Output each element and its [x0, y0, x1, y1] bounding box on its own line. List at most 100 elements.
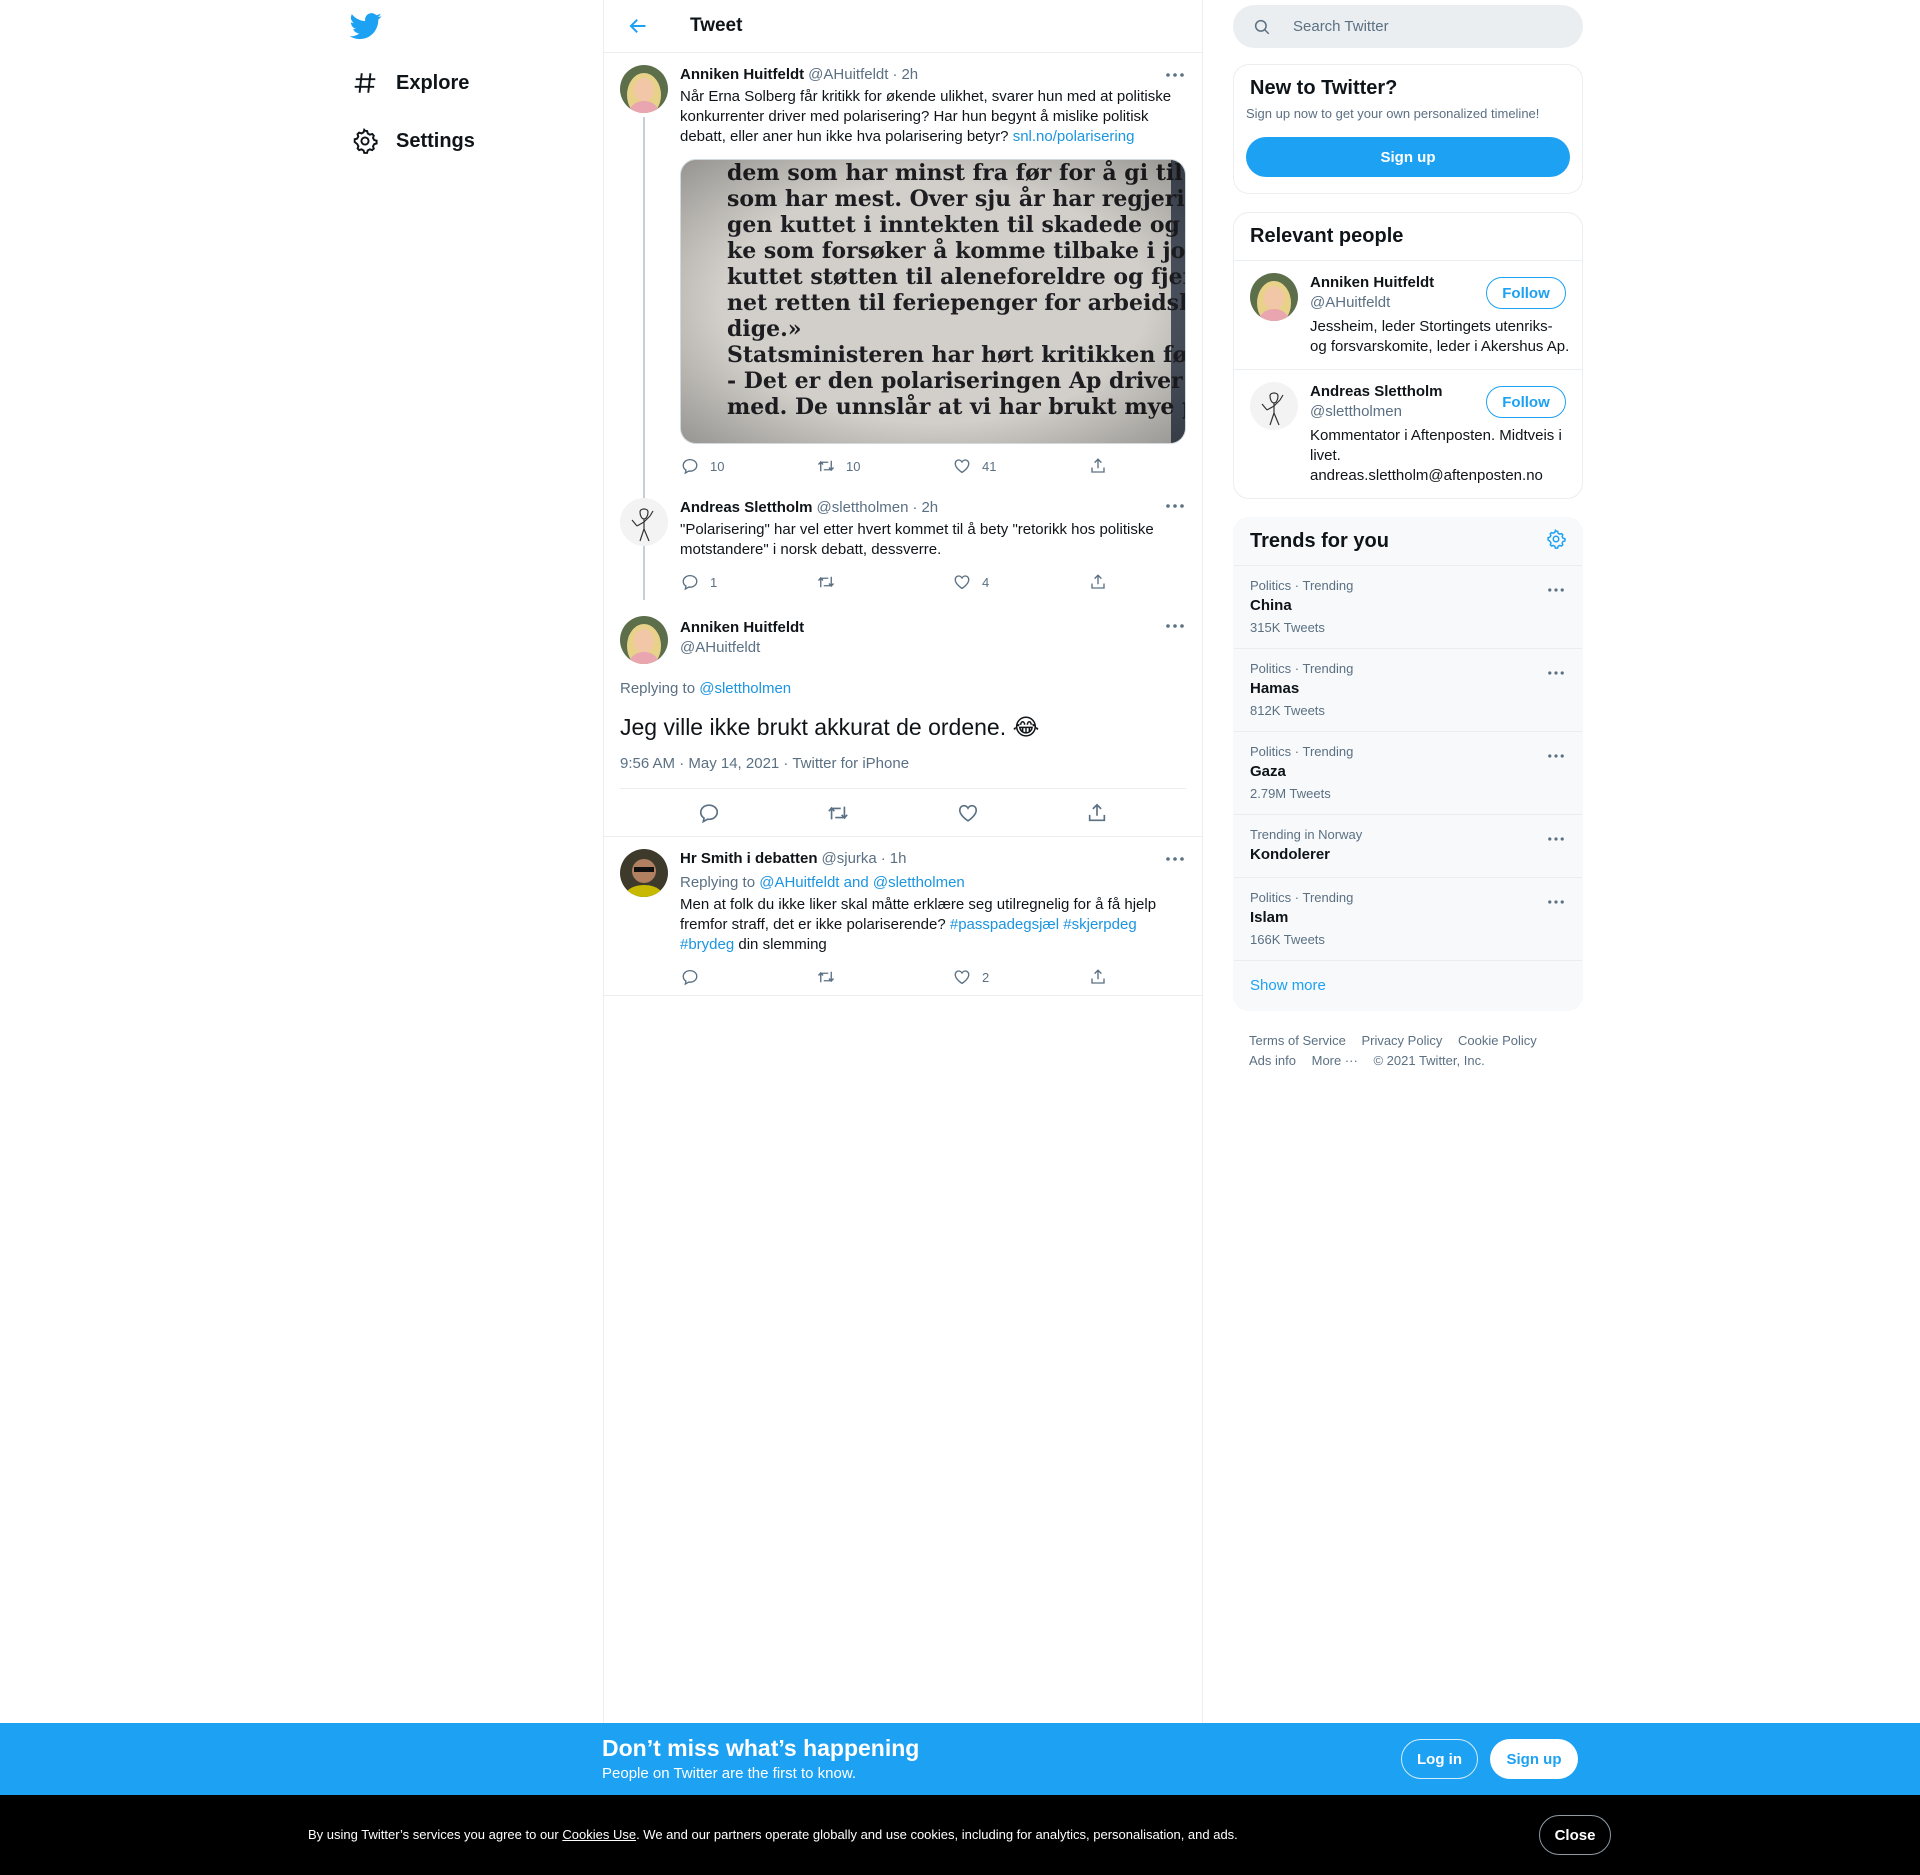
focal-tweet: Anniken Huitfeldt @AHuitfeldt Replying t…: [604, 600, 1202, 837]
tweet-image[interactable]: dem som har minst fra før for å gi til d…: [680, 159, 1186, 444]
share-button[interactable]: [1088, 967, 1118, 987]
terms-link[interactable]: Terms of Service: [1249, 1033, 1346, 1048]
more-options-icon[interactable]: [1164, 67, 1186, 83]
nav-settings[interactable]: Settings: [350, 121, 475, 161]
more-options-icon[interactable]: [1164, 618, 1186, 634]
close-button[interactable]: Close: [1539, 1815, 1611, 1855]
replying-prefix: Replying to: [620, 680, 700, 697]
trend-item[interactable]: Politics · Trending China 315K Tweets: [1234, 565, 1582, 648]
nav-explore-label: Explore: [396, 71, 470, 94]
author-handle[interactable]: @slettholmen: [817, 498, 909, 518]
sign-up-button[interactable]: Sign up: [1246, 137, 1570, 177]
author-name[interactable]: Hr Smith i debatten: [680, 849, 818, 869]
person-item[interactable]: Andreas Slettholm @slettholmen Kommentat…: [1234, 369, 1582, 498]
thread-tweet[interactable]: Anniken Huitfeldt @AHuitfeldt · 2h Når E…: [604, 53, 1202, 569]
like-button[interactable]: 4: [952, 572, 1088, 592]
thread-tweet[interactable]: Andreas Slettholm @slettholmen · 2h "Pol…: [604, 484, 1202, 600]
more-link[interactable]: More ···: [1312, 1053, 1358, 1068]
show-more-link[interactable]: Show more: [1234, 960, 1582, 1010]
hashtag-link[interactable]: #skjerpdeg: [1063, 916, 1136, 933]
more-options-icon[interactable]: [1546, 894, 1566, 910]
tweet-time[interactable]: 2h: [901, 65, 918, 85]
author-name[interactable]: Andreas Slettholm: [680, 498, 813, 518]
focal-tweet-text: Jeg ville ikke brukt akkurat de ordene. …: [620, 714, 1040, 740]
more-options-icon[interactable]: [1164, 498, 1186, 514]
follow-button[interactable]: Follow: [1486, 277, 1566, 309]
gear-icon[interactable]: [1546, 528, 1566, 554]
trend-item[interactable]: Politics · Trending Hamas 812K Tweets: [1234, 648, 1582, 731]
nav-explore[interactable]: Explore: [350, 63, 469, 103]
trend-count: 2.79M Tweets: [1250, 786, 1331, 801]
more-options-icon[interactable]: [1546, 665, 1566, 681]
search-input[interactable]: [1293, 18, 1553, 35]
ads-info-link[interactable]: Ads info: [1249, 1053, 1296, 1068]
reply-button[interactable]: 10: [680, 456, 816, 476]
person-bio: Kommentator i Aftenposten. Midtveis i li…: [1310, 427, 1562, 484]
reply-tweet[interactable]: Hr Smith i debatten @sjurka · 1h Replyin…: [604, 837, 1202, 996]
more-options-icon[interactable]: [1546, 582, 1566, 598]
avatar[interactable]: [620, 849, 668, 897]
sign-up-button[interactable]: Sign up: [1490, 1739, 1578, 1779]
retweet-icon: [816, 456, 836, 476]
replying-to-link[interactable]: @AHuitfeldt and @slettholmen: [759, 874, 965, 891]
newspaper-clipping-image: dem som har minst fra før for å gi til d…: [681, 160, 1185, 443]
replying-to: Replying to @slettholmen: [620, 680, 1186, 697]
trend-item[interactable]: Politics · Trending Gaza 2.79M Tweets: [1234, 731, 1582, 814]
like-button[interactable]: 2: [952, 967, 1088, 987]
retweet-icon: [816, 967, 836, 987]
tweet-time[interactable]: 2h: [921, 498, 938, 518]
person-item[interactable]: Anniken Huitfeldt @AHuitfeldt Jessheim, …: [1234, 260, 1582, 369]
thread-line: [643, 550, 645, 600]
trend-item[interactable]: Politics · Trending Islam 166K Tweets: [1234, 877, 1582, 960]
cookie-policy-link[interactable]: Cookie Policy: [1458, 1033, 1537, 1048]
retweet-button[interactable]: [816, 967, 952, 987]
back-arrow-icon[interactable]: [622, 10, 654, 42]
reply-icon[interactable]: [697, 801, 721, 825]
like-button[interactable]: 41: [952, 456, 1088, 476]
reply-button[interactable]: [680, 967, 816, 987]
person-bio: Jessheim, leder Stortingets utenriks- og…: [1310, 318, 1570, 355]
signup-banner: Don’t miss what’s happening People on Tw…: [0, 1723, 1920, 1795]
cookie-suffix: . We and our partners operate globally a…: [636, 1827, 1238, 1842]
reply-button[interactable]: 1: [680, 572, 816, 592]
reply-count: 1: [710, 574, 718, 590]
retweet-button[interactable]: 10: [816, 456, 952, 476]
retweet-button[interactable]: [816, 572, 952, 592]
avatar[interactable]: [620, 498, 668, 546]
more-options-icon[interactable]: [1546, 831, 1566, 847]
cookies-use-link[interactable]: Cookies Use: [562, 1827, 636, 1842]
retweet-icon[interactable]: [826, 801, 850, 825]
author-handle[interactable]: @sjurka: [822, 849, 877, 869]
share-button[interactable]: [1088, 456, 1118, 476]
twitter-bird-icon[interactable]: [349, 10, 382, 42]
tweet-time[interactable]: 1h: [890, 849, 907, 869]
more-options-icon[interactable]: [1164, 851, 1186, 867]
author-handle[interactable]: @AHuitfeldt: [808, 65, 888, 85]
trend-name: Hamas: [1250, 680, 1300, 697]
log-in-button[interactable]: Log in: [1401, 1739, 1478, 1779]
hashtag-link[interactable]: #passpadegsjæl: [950, 916, 1059, 933]
heart-icon[interactable]: [956, 801, 980, 825]
trend-item[interactable]: Trending in Norway Kondolerer: [1234, 814, 1582, 877]
author-name[interactable]: Anniken Huitfeldt: [680, 618, 804, 638]
share-icon[interactable]: [1085, 801, 1109, 825]
reply-icon: [680, 572, 700, 592]
share-button[interactable]: [1088, 572, 1118, 592]
hashtag-link[interactable]: #brydeg: [680, 936, 734, 953]
reply-icon: [680, 456, 700, 476]
more-options-icon[interactable]: [1546, 748, 1566, 764]
replying-to-link[interactable]: @slettholmen: [699, 680, 791, 697]
tweet-link[interactable]: snl.no/polarisering: [1013, 128, 1135, 145]
tweet-actions: 10 10 41: [680, 448, 1186, 484]
avatar[interactable]: [620, 65, 668, 113]
tweet-timestamp[interactable]: 9:56 AM · May 14, 2021 · Twitter for iPh…: [620, 755, 1186, 789]
privacy-link[interactable]: Privacy Policy: [1361, 1033, 1442, 1048]
search-box[interactable]: [1233, 5, 1583, 48]
avatar[interactable]: [1250, 382, 1298, 430]
avatar[interactable]: [620, 616, 668, 664]
author-name[interactable]: Anniken Huitfeldt: [680, 65, 804, 85]
follow-button[interactable]: Follow: [1486, 386, 1566, 418]
author-handle[interactable]: @AHuitfeldt: [680, 638, 808, 658]
trend-count: 166K Tweets: [1250, 932, 1325, 947]
avatar[interactable]: [1250, 273, 1298, 321]
